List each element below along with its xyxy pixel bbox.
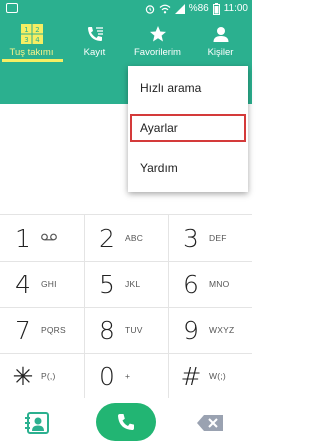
- clock: 11:00: [223, 3, 248, 14]
- battery-icon: [212, 3, 220, 15]
- key-8[interactable]: 8 TUV: [84, 307, 168, 353]
- key-digit: 5: [99, 269, 115, 299]
- key-2[interactable]: 2 ABC: [84, 215, 168, 261]
- key-digit: 1: [15, 223, 31, 253]
- backspace-button[interactable]: [196, 412, 224, 434]
- tab-call-log[interactable]: Kayıt: [63, 18, 126, 62]
- contact-card-icon: [25, 412, 49, 434]
- wifi-icon: [159, 4, 171, 14]
- tab-label: Tuş takımı: [9, 47, 54, 58]
- alarm-icon: [145, 5, 154, 14]
- key-letters: TUV: [125, 325, 143, 335]
- key-digit: 4: [15, 269, 31, 299]
- key-letters: P(,): [41, 371, 56, 381]
- key-letters: MNO: [209, 279, 230, 289]
- svg-text:3: 3: [24, 36, 28, 44]
- tab-dialpad[interactable]: 1 2 3 4 Tuş takımı: [0, 18, 63, 62]
- tab-label: Kişiler: [207, 47, 234, 58]
- star-icon: [149, 26, 166, 42]
- backspace-icon: [197, 415, 223, 431]
- action-bar: [0, 398, 252, 448]
- svg-text:4: 4: [35, 36, 40, 44]
- key-letters: PQRS: [41, 325, 66, 335]
- key-digit: ✳: [12, 361, 34, 391]
- key-5[interactable]: 5 JKL: [84, 261, 168, 307]
- menu-item-settings[interactable]: Ayarlar: [128, 108, 248, 148]
- key-6[interactable]: 6 MNO: [168, 261, 252, 307]
- svg-text:2: 2: [35, 26, 39, 34]
- phone-icon: [118, 414, 134, 430]
- dialpad-icon: 1 2 3 4: [20, 24, 43, 44]
- tab-label: Favorilerim: [134, 47, 181, 58]
- tab-contacts[interactable]: Kişiler: [189, 18, 252, 62]
- key-3[interactable]: 3 DEF: [168, 215, 252, 261]
- key-letters: +: [125, 371, 131, 381]
- add-contact-button[interactable]: [22, 408, 54, 438]
- key-4[interactable]: 4 GHI: [0, 261, 84, 307]
- status-icons: %86 11:00: [145, 2, 248, 16]
- key-digit: 6: [183, 269, 199, 299]
- key-0[interactable]: 0 +: [84, 353, 168, 399]
- key-digit: 3: [183, 223, 199, 253]
- key-letters: GHI: [41, 279, 57, 289]
- menu-item-help[interactable]: Yardım: [128, 148, 248, 188]
- key-letters: JKL: [125, 279, 141, 289]
- overflow-menu: Hızlı arama Ayarlar Yardım: [128, 66, 248, 192]
- key-hash[interactable]: # W(;): [168, 353, 252, 399]
- key-digit: 8: [99, 315, 115, 345]
- key-letters: DEF: [209, 233, 227, 243]
- key-digit: 7: [15, 315, 31, 345]
- key-letters: ABC: [125, 233, 144, 243]
- call-button[interactable]: [96, 403, 156, 441]
- battery-percent: %86: [188, 3, 209, 14]
- key-1[interactable]: 1: [0, 215, 84, 261]
- key-9[interactable]: 9 WXYZ: [168, 307, 252, 353]
- key-7[interactable]: 7 PQRS: [0, 307, 84, 353]
- key-star[interactable]: ✳ P(,): [0, 353, 84, 399]
- key-digit: 9: [183, 315, 199, 345]
- tab-bar: 1 2 3 4 Tuş takımı Kayıt Favorilerim Kiş…: [0, 18, 252, 62]
- tab-label: Kayıt: [83, 47, 106, 58]
- voicemail-icon: [41, 233, 75, 243]
- menu-item-speed-dial[interactable]: Hızlı arama: [128, 68, 248, 108]
- key-digit: 0: [99, 361, 115, 391]
- tab-favorites[interactable]: Favorilerim: [126, 18, 189, 62]
- key-digit: #: [180, 361, 202, 391]
- key-digit: 2: [99, 223, 115, 253]
- status-bar: %86 11:00: [0, 0, 252, 18]
- key-letters: W(;): [209, 371, 226, 381]
- svg-text:1: 1: [24, 26, 28, 34]
- dialpad: 1 2 ABC 3 DEF 4 GHI 5 JKL 6 MNO 7 PQRS 8…: [0, 214, 252, 399]
- call-log-icon: [87, 27, 103, 41]
- key-letters: WXYZ: [209, 325, 235, 335]
- contacts-icon: [213, 27, 228, 42]
- signal-icon: [174, 4, 185, 14]
- gallery-notification-icon: [6, 3, 18, 13]
